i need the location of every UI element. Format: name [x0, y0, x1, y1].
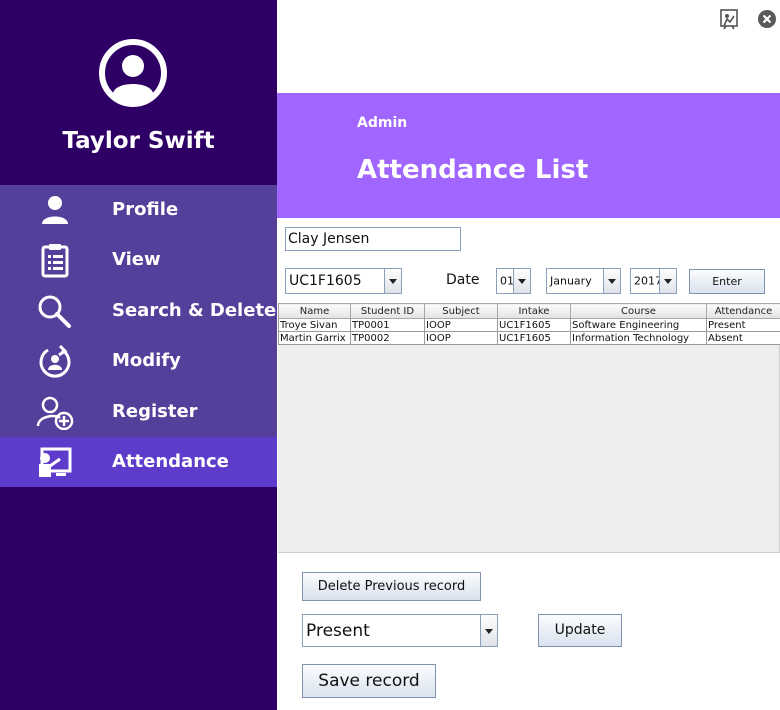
close-icon[interactable]: [756, 8, 778, 30]
sidebar-item-modify[interactable]: Modify: [0, 336, 277, 386]
table-cell[interactable]: Software Engineering: [570, 318, 707, 332]
table-row[interactable]: Martin Garrix TP0002 IOOP UC1F1605 Infor…: [278, 331, 780, 345]
sidebar-item-view[interactable]: View: [0, 235, 277, 285]
intake-value: UC1F1605: [289, 273, 362, 289]
table-cell[interactable]: UC1F1605: [497, 331, 571, 345]
column-header[interactable]: Subject: [424, 303, 498, 319]
sidebar-menu: Profile View Search & Delete Modify Regi…: [0, 185, 277, 437]
app-window: Taylor Swift Profile View Search & Delet…: [0, 0, 780, 710]
year-select[interactable]: 2017: [630, 268, 677, 294]
sidebar-item-label: Profile: [112, 199, 179, 220]
attendance-table: Name Student ID Subject Intake Course At…: [278, 303, 780, 553]
sidebar-item-label: Attendance: [112, 451, 229, 472]
chevron-down-icon[interactable]: [513, 269, 530, 293]
header-banner: Admin Attendance List: [277, 93, 780, 218]
table-cell[interactable]: Troye Sivan: [278, 318, 351, 332]
role-label: Admin: [357, 115, 408, 131]
page-title: Attendance List: [357, 155, 589, 185]
sidebar-item-label: Register: [112, 401, 198, 422]
attendance-status-value: Present: [306, 620, 370, 641]
chevron-down-icon[interactable]: [659, 269, 676, 293]
search-icon: [38, 295, 71, 328]
table-cell[interactable]: Martin Garrix: [278, 331, 351, 345]
month-select[interactable]: January: [546, 268, 621, 294]
table-cell[interactable]: TP0002: [350, 331, 425, 345]
presentation-icon[interactable]: [718, 8, 740, 30]
sidebar-item-search-delete[interactable]: Search & Delete: [0, 286, 277, 336]
sidebar-item-label: Search & Delete: [112, 300, 277, 321]
chevron-down-icon[interactable]: [603, 269, 620, 293]
sidebar-item-profile[interactable]: Profile: [0, 185, 277, 235]
table-header-row: Name Student ID Subject Intake Course At…: [278, 303, 780, 319]
month-value: January: [550, 274, 592, 288]
table-cell[interactable]: IOOP: [424, 331, 498, 345]
table-cell[interactable]: TP0001: [350, 318, 425, 332]
add-user-icon: [36, 396, 74, 430]
intake-select[interactable]: UC1F1605: [285, 268, 402, 294]
sidebar: Taylor Swift Profile View Search & Delet…: [0, 0, 277, 710]
column-header[interactable]: Student ID: [350, 303, 425, 319]
user-avatar-icon: [99, 39, 167, 107]
sidebar-item-label: View: [112, 249, 161, 270]
chevron-down-icon[interactable]: [384, 269, 401, 293]
user-name: Taylor Swift: [62, 128, 215, 154]
column-header[interactable]: Attendance: [706, 303, 780, 319]
column-header[interactable]: Name: [278, 303, 351, 319]
table-cell[interactable]: Information Technology: [570, 331, 707, 345]
enter-button[interactable]: Enter: [689, 269, 765, 294]
teacher-board-icon: [39, 447, 72, 477]
refresh-person-icon: [39, 345, 71, 378]
date-label: Date: [446, 272, 480, 288]
clipboard-list-icon: [41, 244, 69, 278]
table-cell[interactable]: Present: [706, 318, 780, 332]
year-value: 2017: [634, 274, 662, 288]
sidebar-item-attendance[interactable]: Attendance: [0, 437, 277, 487]
table-cell[interactable]: Absent: [706, 331, 780, 345]
student-name-input[interactable]: [285, 227, 461, 251]
column-header[interactable]: Course: [570, 303, 707, 319]
sidebar-item-register[interactable]: Register: [0, 387, 277, 437]
table-cell[interactable]: UC1F1605: [497, 318, 571, 332]
table-cell[interactable]: IOOP: [424, 318, 498, 332]
sidebar-item-label: Modify: [112, 350, 181, 371]
day-value: 01: [500, 274, 514, 288]
delete-previous-record-button[interactable]: Delete Previous record: [302, 572, 481, 601]
table-row[interactable]: Troye Sivan TP0001 IOOP UC1F1605 Softwar…: [278, 318, 780, 332]
column-header[interactable]: Intake: [497, 303, 571, 319]
person-icon: [42, 196, 68, 224]
update-button[interactable]: Update: [538, 614, 622, 647]
chevron-down-icon[interactable]: [480, 615, 497, 646]
save-record-button[interactable]: Save record: [302, 664, 436, 698]
attendance-status-select[interactable]: Present: [302, 614, 498, 647]
day-select[interactable]: 01: [496, 268, 531, 294]
